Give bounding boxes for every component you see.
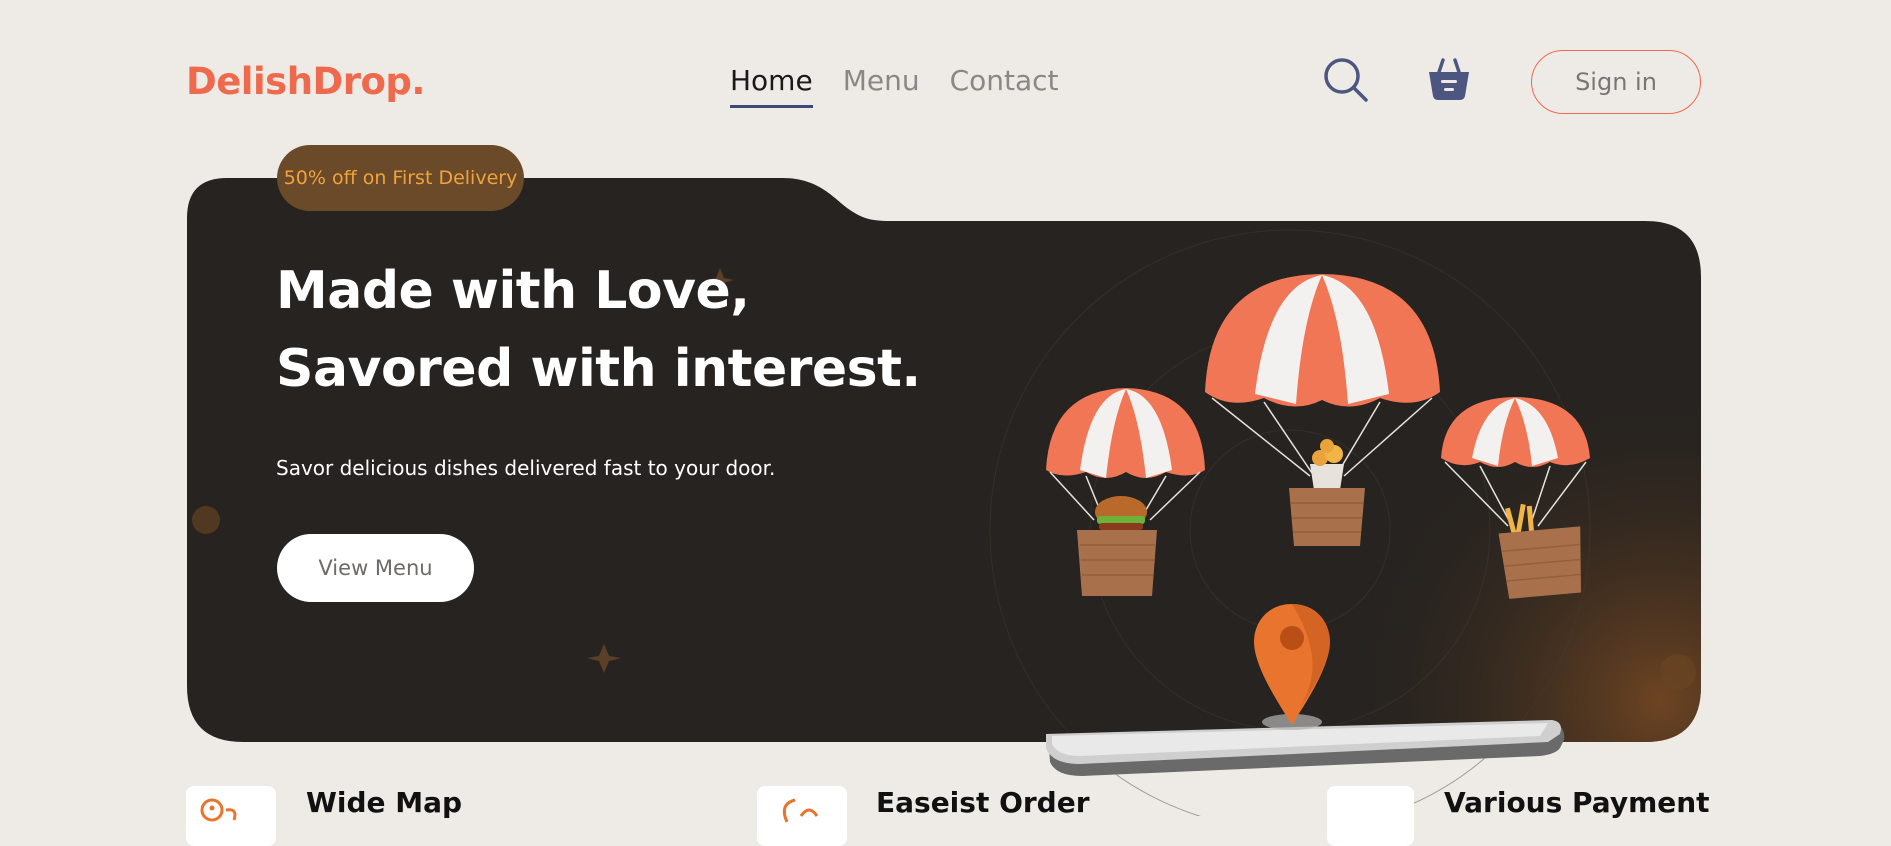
order-icon bbox=[757, 786, 847, 846]
map-icon bbox=[186, 786, 276, 846]
feature-title: Easeist Order bbox=[876, 786, 1090, 819]
fries-parachute-icon bbox=[1441, 397, 1590, 599]
burger-parachute-icon bbox=[1046, 388, 1205, 596]
feature-title: Wide Map bbox=[306, 786, 463, 819]
popcorn-parachute-icon bbox=[1205, 274, 1440, 546]
delivery-illustration bbox=[1046, 274, 1590, 776]
phone-location-icon bbox=[1046, 604, 1565, 776]
feature-title: Various Payment bbox=[1444, 786, 1710, 819]
payment-icon bbox=[1327, 786, 1414, 846]
